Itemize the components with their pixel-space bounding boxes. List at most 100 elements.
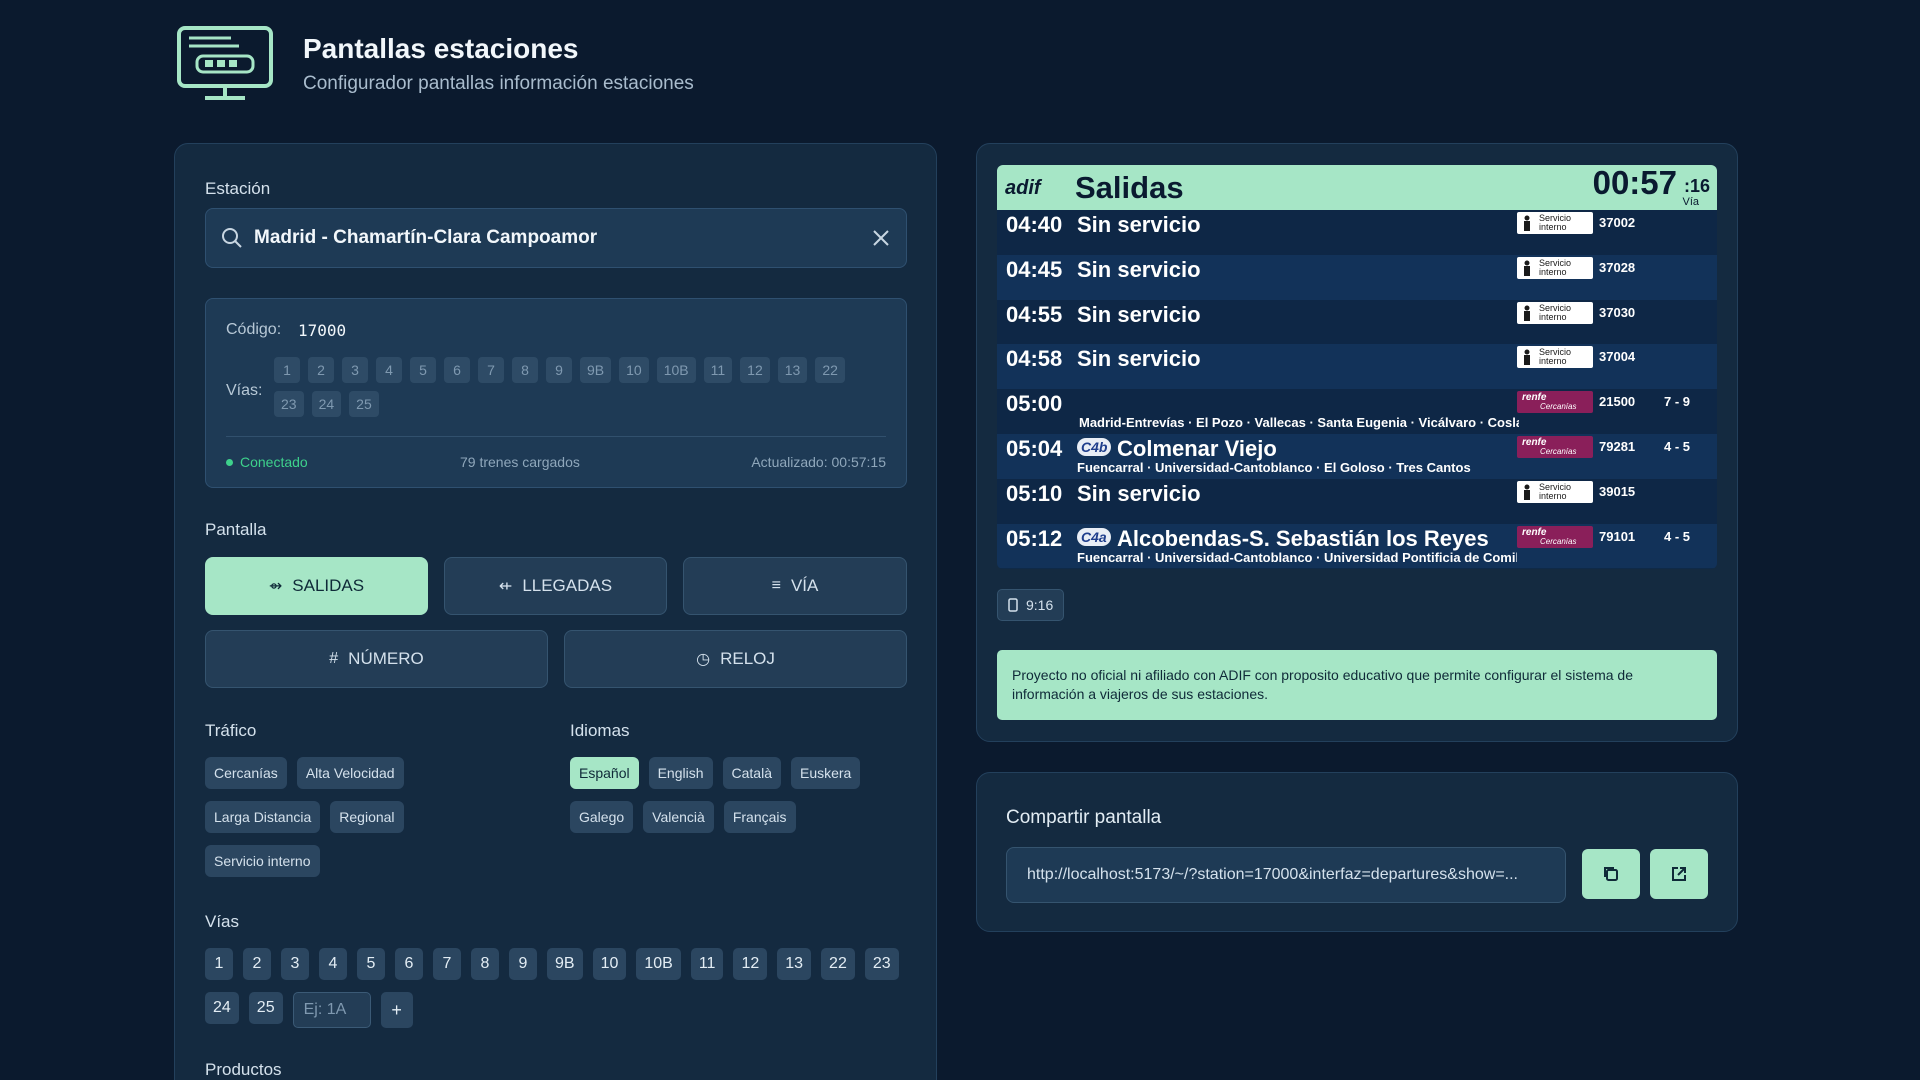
- row-time: 05:04: [1006, 435, 1063, 461]
- servicio-interno-badge: Servicio interno: [1517, 480, 1593, 503]
- station-search-input[interactable]: Madrid - Chamartín-Clara Campoamor: [205, 208, 907, 268]
- via-filter-chip[interactable]: 1: [205, 948, 233, 980]
- via-filter-chip[interactable]: 12: [733, 948, 768, 980]
- via-filter-chip[interactable]: 10B: [636, 948, 681, 980]
- station-via-chip: 22: [815, 357, 845, 383]
- mode-via-button[interactable]: ≡ VÍA: [683, 557, 907, 615]
- station-search-value[interactable]: Madrid - Chamartín-Clara Campoamor: [254, 227, 870, 249]
- train-number: 37028: [1599, 259, 1636, 275]
- mode-llegadas-button[interactable]: ⇷ LLEGADAS: [444, 557, 667, 615]
- language-chip[interactable]: Català: [722, 757, 781, 789]
- worker-icon: [1524, 349, 1530, 366]
- worker-icon: [1524, 484, 1530, 500]
- close-icon[interactable]: [870, 227, 892, 249]
- language-chip[interactable]: Español: [570, 757, 639, 789]
- via-filter-chip[interactable]: 3: [281, 948, 309, 980]
- station-via-chip: 9B: [580, 357, 612, 383]
- share-panel: Compartir pantalla http://localhost:5173…: [976, 772, 1738, 932]
- row-destination: Sin servicio: [1077, 301, 1201, 327]
- board-clock: 00:57: [1592, 165, 1677, 201]
- train-number: 39015: [1599, 483, 1636, 499]
- via-filter-chip[interactable]: 11: [690, 948, 724, 980]
- mode-label: RELOJ: [720, 649, 775, 668]
- phone-icon: [1008, 598, 1018, 612]
- via-filter-chip[interactable]: 2: [243, 948, 271, 980]
- board-row: 04:45 Sin servicio Servicio interno 37028: [997, 254, 1717, 300]
- station-via-chip: 24: [311, 391, 342, 417]
- language-chip[interactable]: Euskera: [790, 757, 861, 789]
- language-chip[interactable]: Galego: [570, 801, 634, 833]
- via-filter-chip[interactable]: 10: [592, 948, 627, 980]
- station-via-chip: 5: [410, 357, 436, 383]
- connection-status: Conectado: [226, 454, 308, 470]
- row-track: 4 - 5: [1663, 438, 1690, 454]
- updated-time: Actualizado: 00:57:15: [751, 454, 886, 470]
- row-destination: Colmenar Viejo: [1117, 435, 1277, 461]
- add-via-button[interactable]: +: [380, 992, 413, 1028]
- open-external-button[interactable]: [1650, 849, 1708, 899]
- row-destination: Sin servicio: [1077, 256, 1201, 282]
- row-time: 05:00: [1006, 391, 1063, 417]
- traffic-chip[interactable]: Cercanías: [205, 757, 287, 789]
- station-via-chip: 1: [274, 357, 300, 383]
- language-chip[interactable]: Français: [723, 801, 796, 833]
- traffic-chip[interactable]: Larga Distancia: [205, 801, 321, 833]
- badge-line: interno: [1539, 222, 1567, 232]
- aspect-ratio-button[interactable]: 9:16: [997, 589, 1065, 621]
- mode-reloj-button[interactable]: ◷ RELOJ: [564, 630, 907, 688]
- via-filter-chip[interactable]: 24: [205, 992, 239, 1024]
- worker-icon: [1524, 305, 1530, 321]
- via-filter-chip[interactable]: 6: [395, 948, 423, 980]
- station-via-chip: 3: [342, 357, 368, 383]
- via-custom-input[interactable]: Ej: 1A: [292, 992, 371, 1028]
- station-via-chip: 23: [274, 391, 304, 417]
- trains-loaded: 79 trenes cargados: [460, 454, 580, 470]
- disclaimer-notice: Proyecto no oficial ni afiliado con ADIF…: [997, 650, 1717, 720]
- search-icon: [222, 228, 242, 248]
- via-filter-chip[interactable]: 23: [864, 948, 899, 980]
- vias-filter-label: Vías: [205, 912, 240, 931]
- mode-numero-button[interactable]: # NÚMERO: [205, 630, 548, 688]
- badge-text: Servicio interno: [1539, 482, 1571, 501]
- share-url-input[interactable]: http://localhost:5173/~/?station=17000&i…: [1006, 847, 1566, 903]
- train-number: 21500: [1599, 394, 1636, 410]
- via-filter-chip[interactable]: 8: [471, 948, 499, 980]
- clock-icon: ◷: [696, 651, 711, 668]
- row-destination: Alcobendas-S. Sebastián los Reyes: [1117, 525, 1489, 551]
- via-filter-chip[interactable]: 5: [357, 948, 385, 980]
- badge-line: renfe: [1522, 526, 1547, 538]
- via-filter-chip[interactable]: 7: [433, 948, 461, 980]
- app-header: Pantallas estaciones Configurador pantal…: [175, 24, 694, 104]
- external-link-icon: [1672, 867, 1686, 881]
- via-filter-chip[interactable]: 4: [319, 948, 347, 980]
- via-filter-chip[interactable]: 9B: [547, 948, 583, 980]
- badge-line: Cercanías: [1540, 536, 1577, 546]
- station-vias-list: 1 2 3 4 5 6 7 8 9 9B 10 10B 11 12 13 22 23 24 25: [274, 357, 874, 417]
- products-label: Productos: [205, 1060, 282, 1079]
- copy-button[interactable]: [1582, 849, 1640, 899]
- traffic-chip[interactable]: Servicio interno: [205, 845, 320, 877]
- mode-salidas-button[interactable]: ⇴ SALIDAS: [205, 557, 428, 615]
- language-chip[interactable]: English: [648, 757, 713, 789]
- language-options: Español English Català Euskera Galego Valenci…: [570, 757, 910, 833]
- board-row: 04:55 Sin servicio Servicio interno 37030: [997, 299, 1717, 345]
- traffic-label: Tráfico: [205, 721, 257, 740]
- via-filter-chip[interactable]: 25: [248, 992, 283, 1024]
- badge-line: Cercanías: [1540, 446, 1577, 456]
- via-filter-chip[interactable]: 9: [509, 948, 537, 980]
- row-stops: Madrid-Entrevías · El Pozo · Vallecas · …: [1079, 415, 1519, 431]
- status-text: Conectado: [240, 454, 308, 470]
- config-panel: Estación Madrid - Chamartín-Clara Campoa…: [174, 143, 937, 1080]
- hash-icon: #: [329, 650, 339, 667]
- worker-icon: [1524, 215, 1530, 231]
- share-title: Compartir pantalla: [1006, 807, 1162, 828]
- board-row: 04:40 Sin servicio Servicio interno 37002: [997, 210, 1717, 255]
- train-number: 79281: [1599, 438, 1636, 454]
- language-chip[interactable]: Valencià: [643, 801, 714, 833]
- traffic-chip[interactable]: Alta Velocidad: [296, 757, 404, 789]
- via-filter-chip[interactable]: 22: [821, 948, 855, 980]
- traffic-chip[interactable]: Regional: [330, 801, 404, 833]
- via-filter-chip[interactable]: 13: [777, 948, 812, 980]
- badge-line: interno: [1539, 311, 1567, 322]
- station-code: 17000: [298, 321, 347, 340]
